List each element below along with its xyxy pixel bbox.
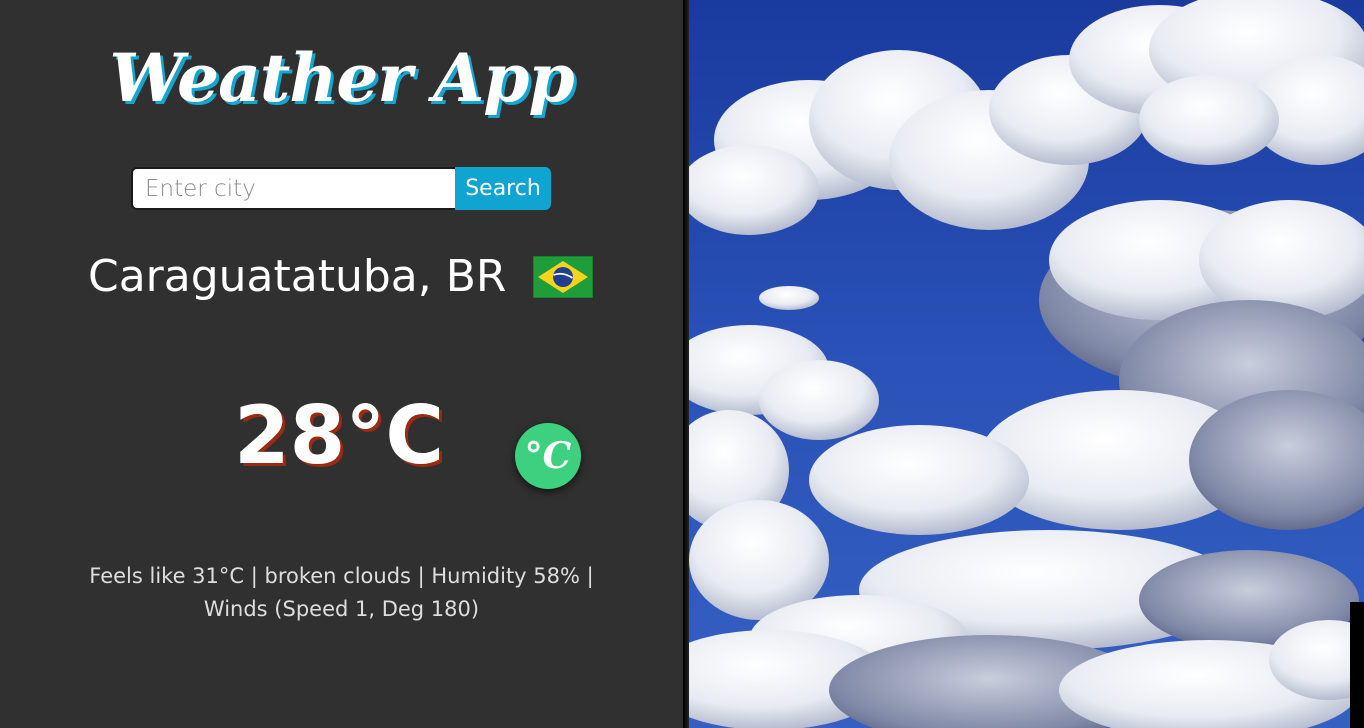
weather-panel: Weather App Search Caraguatatuba, BR 28°… bbox=[0, 0, 683, 728]
location-row: Caraguatatuba, BR bbox=[88, 248, 593, 306]
weather-details: Feels like 31°C | broken clouds | Humidi… bbox=[40, 560, 643, 626]
city-name: Caraguatatuba, BR bbox=[88, 251, 507, 302]
weather-app: Weather App Search Caraguatatuba, BR 28°… bbox=[0, 0, 1364, 728]
scrollbar-edge bbox=[1350, 602, 1364, 728]
weather-background-image bbox=[689, 0, 1364, 728]
app-title: Weather App bbox=[109, 39, 574, 117]
unit-toggle-button[interactable]: °C bbox=[515, 423, 581, 489]
details-line-1: Feels like 31°C | broken clouds | Humidi… bbox=[89, 564, 594, 588]
brazil-flag-icon bbox=[532, 256, 593, 298]
details-line-2: Winds (Speed 1, Deg 180) bbox=[203, 597, 480, 621]
temperature-display: 28°C bbox=[234, 389, 445, 482]
search-form: Search bbox=[131, 167, 551, 210]
cloudy-sky-image bbox=[689, 0, 1364, 728]
search-button[interactable]: Search bbox=[455, 167, 551, 210]
city-search-input[interactable] bbox=[131, 167, 455, 210]
